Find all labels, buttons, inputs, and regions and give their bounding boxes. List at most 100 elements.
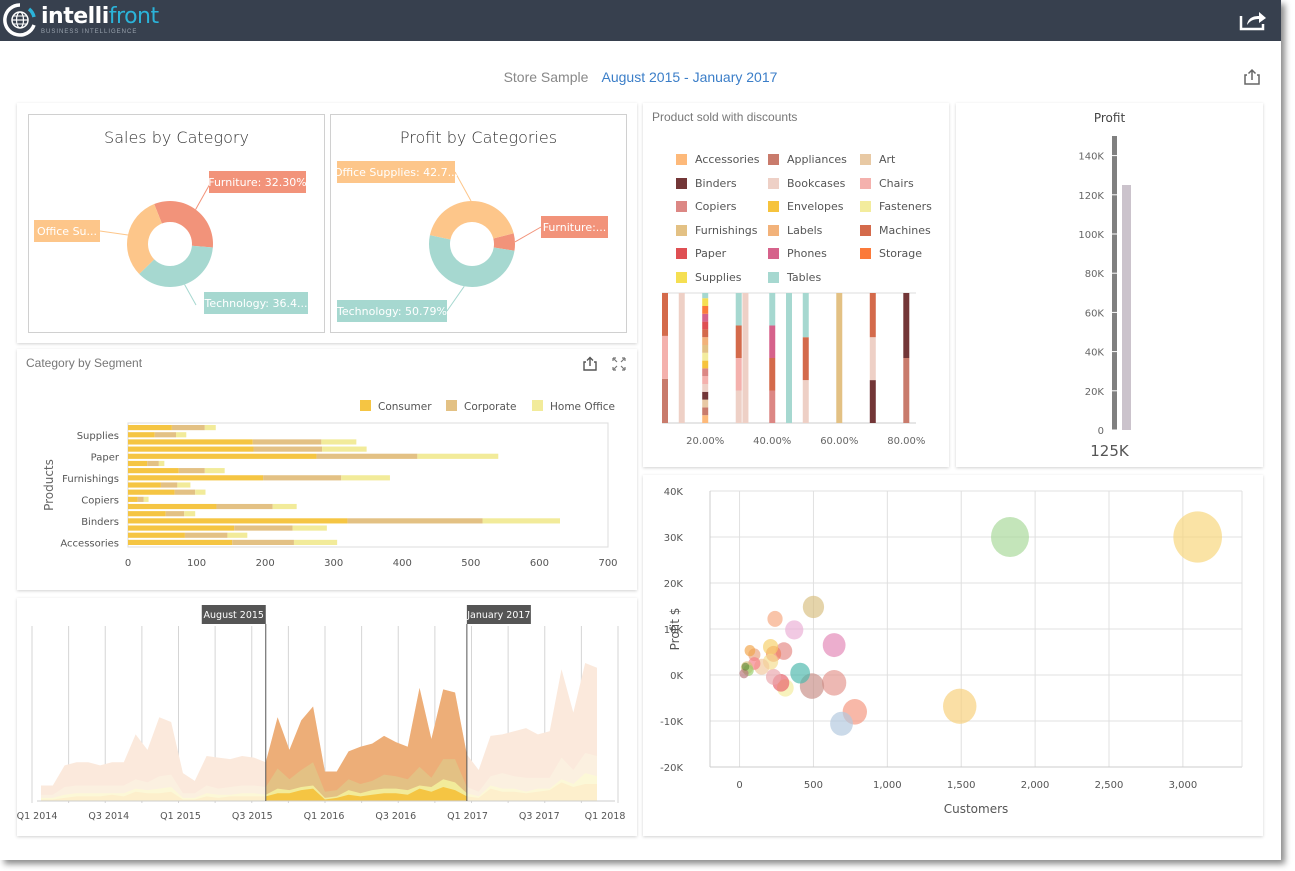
y-axis-title: Products (42, 459, 56, 511)
x-tick-label: 500 (461, 558, 480, 569)
bubble-point (943, 688, 977, 724)
bar-phones-corporate (253, 446, 323, 452)
bar-fasteners-corporate (160, 482, 178, 488)
x-tick-label: 300 (324, 558, 343, 569)
bubble-point (830, 711, 853, 736)
bubble-point (765, 668, 782, 685)
x-tick-label: Q3 2015 (232, 811, 273, 822)
pie-connector (514, 226, 542, 243)
logo-wordmark: intellifront (41, 3, 159, 29)
bar-segment-binders (903, 293, 910, 358)
bar-fasteners-consumer (128, 482, 161, 488)
range-marker-label: August 2015 (204, 610, 264, 621)
legend-label-consumer: Consumer (378, 401, 432, 413)
bar-segment-phones (702, 313, 709, 322)
bar-supplies-home-office (176, 432, 187, 438)
x-tick-label: 100 (187, 558, 206, 569)
gauge-tick-label: 20K (1085, 387, 1105, 398)
logo-text-accent: front (108, 3, 159, 29)
logo-text-main: intelli (41, 3, 109, 29)
dashboard-window: intellifront BUSINESS INTELLIGENCE Store… (0, 0, 1281, 860)
y-tick-label: 40K (664, 487, 684, 498)
bar-furnishings-home-office (341, 475, 390, 481)
bar-segment-appliances (702, 407, 709, 416)
bar-segment-phones (769, 325, 776, 358)
logo-subtitle: BUSINESS INTELLIGENCE (41, 28, 138, 35)
bar-storage-corporate (252, 439, 322, 445)
bar-segment-tables (802, 293, 809, 338)
legend-swatch-corporate (446, 400, 457, 411)
bar-art-consumer (128, 525, 235, 531)
pie-label: Furniture: 32.30% (208, 176, 307, 189)
share-arrow-icon[interactable] (1238, 8, 1268, 32)
bar-segment-machines (702, 329, 709, 338)
x-tick-label: Q3 2017 (519, 811, 560, 822)
bar-chairs-consumer (128, 503, 217, 510)
bubble-point (741, 662, 750, 671)
bar-segment-tables (786, 293, 792, 423)
bar-segment-copiers (702, 368, 709, 377)
bar-segment-art (702, 399, 709, 408)
x-tick-label: 20.00% (686, 436, 724, 447)
x-tick-label: 500 (804, 780, 823, 791)
logo[interactable]: intellifront BUSINESS INTELLIGENCE (3, 3, 159, 37)
gauge-tick-label: 140K (1078, 152, 1104, 163)
export-icon[interactable] (1243, 68, 1261, 86)
bubble-point (822, 633, 846, 658)
x-tick-label: Q1 2015 (160, 811, 201, 822)
bar-segment-machines (769, 358, 776, 391)
profit-gauge-panel: Profit 0 20K 40K 60K 80K 100K 120K 140K 125K (956, 103, 1263, 467)
pie-slice-office-supplies (429, 200, 514, 240)
x-tick-label: Q3 2014 (88, 811, 129, 822)
bar-segment-chairs (735, 358, 742, 391)
timeline-range-selector[interactable]: August 2015 January 2017 Q1 2014 Q3 2014 Q1 … (17, 598, 637, 836)
bar-segment-machines (869, 293, 876, 338)
y-tick-label: 20K (664, 579, 684, 590)
pie-label: Technology: 36.4... (203, 297, 307, 310)
bar-tables-corporate (171, 425, 205, 431)
bar-copiers-home-office (143, 496, 149, 502)
bar-art-corporate (234, 525, 293, 531)
date-range-filter[interactable]: August 2015 - January 2017 (602, 69, 778, 85)
gauge-tick-label: 0 (1098, 426, 1104, 437)
bar-envelopes-corporate (174, 489, 196, 495)
bar-segment-chairs (702, 376, 709, 384)
bar-copiers-corporate (137, 496, 144, 502)
bar-bookcases-corporate (165, 511, 185, 517)
sales-by-category-chart: Furniture: 32.30% Technology: 36.4... Offi… (34, 171, 308, 314)
bar-envelopes-consumer (128, 489, 175, 495)
bar-segment-envelopes (702, 360, 709, 369)
dashboard-name: Store Sample (503, 69, 589, 85)
bar-appliances-home-office (227, 532, 248, 538)
bar-binders-consumer (128, 518, 348, 524)
legend-swatch-home-office (532, 400, 543, 411)
x-tick-label: 400 (393, 558, 412, 569)
legend-label-home-office: Home Office (550, 401, 615, 413)
bar-paper-corporate (316, 453, 418, 459)
pie-connector (446, 286, 465, 312)
bar-supplies-consumer (128, 432, 155, 438)
bar-fasteners-home-office (177, 482, 191, 488)
x-tick-label: Q1 2014 (17, 811, 57, 822)
bubble-point (1173, 511, 1222, 563)
bar-tables-home-office (204, 425, 216, 431)
customers-profit-bubble-chart: 0 500 1,000 1,500 2,000 2,500 3,000-20K-10K0K1… (660, 487, 1243, 816)
gauge-tick-label: 60K (1085, 308, 1105, 319)
x-tick-label: 600 (530, 558, 549, 569)
pie-slice-technology (139, 245, 213, 287)
bar-segment-bookcases (735, 390, 742, 423)
page-title: Store Sample August 2015 - January 2017 (0, 69, 1281, 85)
bar-segment-machines (802, 337, 809, 381)
y-tick-label: Binders (81, 517, 119, 528)
pie-label: Furniture:... (543, 221, 607, 234)
bar-phones-consumer (128, 446, 254, 452)
bar-labels-home-office (204, 468, 225, 474)
bar-labels-corporate (178, 468, 205, 474)
bar-envelopes-home-office (195, 489, 206, 495)
bar-furnishings-corporate (263, 475, 342, 481)
profit-by-categories-card: Profit by Categories Furniture:... Techno… (330, 114, 627, 333)
bar-segment-furnishings (836, 293, 843, 423)
y-tick-label: Paper (91, 452, 120, 463)
gauge-tick-label: 100K (1078, 230, 1104, 241)
timeline-panel: August 2015 January 2017 Q1 2014 Q3 2014 Q1 … (17, 598, 637, 836)
